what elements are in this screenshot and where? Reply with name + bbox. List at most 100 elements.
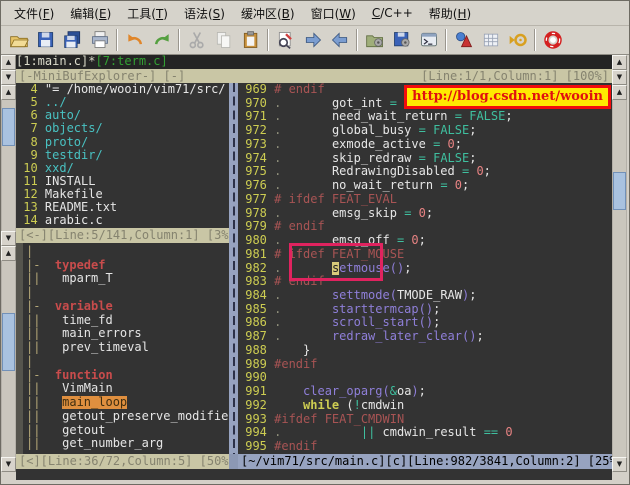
explorer-row[interactable]: 13 README.txt: [16, 201, 229, 214]
save-all-button[interactable]: [59, 27, 86, 53]
buffer-tab-line[interactable]: [1:main.c]*[7:term.c]: [16, 55, 168, 69]
redo-icon: [152, 30, 172, 50]
cut-button[interactable]: [183, 27, 210, 53]
paste-icon: [241, 30, 261, 50]
scrollbar-thumb[interactable]: [2, 108, 15, 146]
redo-button[interactable]: [148, 27, 175, 53]
scroll-up-button[interactable]: ▲: [1, 85, 16, 100]
undo-icon: [125, 30, 145, 50]
scroll-up-button[interactable]: ▲: [1, 55, 16, 70]
scrollbar-track[interactable]: [612, 100, 627, 457]
taglist-row[interactable]: || time_fd: [16, 314, 229, 328]
load-session-button[interactable]: [361, 27, 388, 53]
explorer-row[interactable]: 10 xxd/: [16, 162, 229, 175]
explorer-row[interactable]: 6 auto/: [16, 109, 229, 122]
menu-item[interactable]: 工具(T): [120, 2, 175, 25]
menu-item[interactable]: 语法(S): [177, 2, 232, 25]
find-prev-button[interactable]: [326, 27, 353, 53]
taglist-row[interactable]: |: [16, 355, 229, 369]
scroll-down-button[interactable]: ▼: [1, 231, 16, 246]
menu-item[interactable]: 窗口(W): [304, 2, 363, 25]
save-button[interactable]: [32, 27, 59, 53]
taglist-pane[interactable]: ||- typedef|| mparm_T||- variable|| time…: [16, 243, 229, 454]
code-line: 991 clear_oparg(&oa);: [238, 385, 612, 399]
toolbar-separator: [445, 29, 447, 51]
explorer-row[interactable]: 14 arabic.c: [16, 214, 229, 227]
make-icon: [454, 30, 474, 50]
explorer-row[interactable]: 9 testdir/: [16, 149, 229, 162]
save-session-button[interactable]: [388, 27, 415, 53]
run-script-button[interactable]: [415, 27, 442, 53]
scroll-down-button[interactable]: ▼: [1, 70, 16, 85]
minibufexplorer-tabs[interactable]: [1:main.c]*[7:term.c]: [16, 55, 612, 69]
explorer-scrollbar: ▲ ▼: [1, 85, 16, 246]
code-line: 992 while (!cmdwin: [238, 399, 612, 413]
main-statusline: [~/vim71/src/main.c][c] [Line:982/3841,C…: [238, 454, 612, 469]
taglist-row[interactable]: |- function: [16, 369, 229, 383]
find-next-button[interactable]: [299, 27, 326, 53]
scrollbar-thumb[interactable]: [2, 313, 15, 371]
scroll-up-button[interactable]: ▲: [612, 85, 627, 100]
tag-jump-button[interactable]: [504, 27, 531, 53]
taglist-statusline: [<][Line:36/72,Column:5] [50%]: [16, 454, 229, 469]
paste-button[interactable]: [237, 27, 264, 53]
make-button[interactable]: [450, 27, 477, 53]
save-icon: [36, 30, 56, 50]
right-scrollbar-column: ▲ ▼ ▲ ▼: [612, 55, 627, 483]
taglist-row[interactable]: || getout: [16, 424, 229, 438]
scroll-up-button[interactable]: ▲: [612, 55, 627, 70]
explorer-row[interactable]: 7 objects/: [16, 122, 229, 135]
code-line: 975 . RedrawingDisabled = 0;: [238, 165, 612, 179]
scrollbar-thumb[interactable]: [613, 172, 626, 210]
help-button[interactable]: [539, 27, 566, 53]
scroll-up-button[interactable]: ▲: [1, 246, 16, 261]
taglist-row[interactable]: || getout_preserve_modifie: [16, 410, 229, 424]
scrollbar-track[interactable]: [1, 261, 16, 457]
taglist-row[interactable]: |: [16, 245, 229, 259]
scroll-down-button[interactable]: ▼: [612, 70, 627, 85]
taglist-row[interactable]: |- typedef: [16, 259, 229, 273]
open-button[interactable]: [5, 27, 32, 53]
menu-item[interactable]: 帮助(H): [422, 2, 478, 25]
copy-button[interactable]: [210, 27, 237, 53]
menu-item[interactable]: 缓冲区(B): [234, 2, 302, 25]
taglist-row[interactable]: || get_number_arg: [16, 437, 229, 451]
taglist-row[interactable]: || main_errors: [16, 327, 229, 341]
taglist-row[interactable]: || prev_timeval: [16, 341, 229, 355]
taglist-row[interactable]: || VimMain: [16, 382, 229, 396]
menu-item[interactable]: C/C++: [365, 3, 420, 23]
minibuf-status-left: [-MiniBufExplorer-] [-]: [19, 69, 185, 83]
taglist-row[interactable]: || main_loop: [16, 396, 229, 410]
main-split: 4 "= /home/wooin/vim71/src/ 5 ../ 6 auto…: [16, 83, 612, 454]
taglist-row[interactable]: |: [16, 286, 229, 300]
print-button[interactable]: [86, 27, 113, 53]
vertical-split-separator[interactable]: [229, 83, 238, 454]
explorer-row[interactable]: 8 proto/: [16, 136, 229, 149]
scrollbar-track[interactable]: [1, 100, 16, 231]
scroll-down-button[interactable]: ▼: [1, 457, 16, 472]
find-replace-icon: [276, 30, 296, 50]
explorer-row[interactable]: 12 Makefile: [16, 188, 229, 201]
explorer-row[interactable]: 5 ../: [16, 96, 229, 109]
code-line: 976 . no_wait_return = 0;: [238, 179, 612, 193]
menu-item[interactable]: 文件(F): [7, 2, 61, 25]
build-tags-button[interactable]: [477, 27, 504, 53]
code-editor-pane[interactable]: 969 # endif 970 . got_int = TRUE; 971 . …: [238, 83, 612, 454]
taglist-row[interactable]: |- variable: [16, 300, 229, 314]
scroll-down-button[interactable]: ▼: [612, 457, 627, 472]
explorer-row[interactable]: 11 INSTALL: [16, 175, 229, 188]
gvim-window: 文件(F)编辑(E)工具(T)语法(S)缓冲区(B)窗口(W)C/C++帮助(H…: [0, 0, 630, 485]
code-line: 972 . global_busy = FALSE;: [238, 124, 612, 138]
command-line[interactable]: [16, 469, 612, 480]
undo-button[interactable]: [121, 27, 148, 53]
find-replace-button[interactable]: [272, 27, 299, 53]
menu-bar: 文件(F)编辑(E)工具(T)语法(S)缓冲区(B)窗口(W)C/C++帮助(H…: [1, 1, 629, 26]
code-line: 988 }: [238, 344, 612, 358]
menu-item[interactable]: 编辑(E): [63, 2, 118, 25]
minibuf-right-scrollbar: ▲ ▼: [612, 55, 627, 85]
explorer-row[interactable]: 4 "= /home/wooin/vim71/src/: [16, 83, 229, 96]
toolbar: [1, 26, 629, 55]
taglist-row[interactable]: || mparm_T: [16, 272, 229, 286]
file-explorer-pane[interactable]: 4 "= /home/wooin/vim71/src/ 5 ../ 6 auto…: [16, 83, 229, 228]
cut-icon: [187, 30, 207, 50]
